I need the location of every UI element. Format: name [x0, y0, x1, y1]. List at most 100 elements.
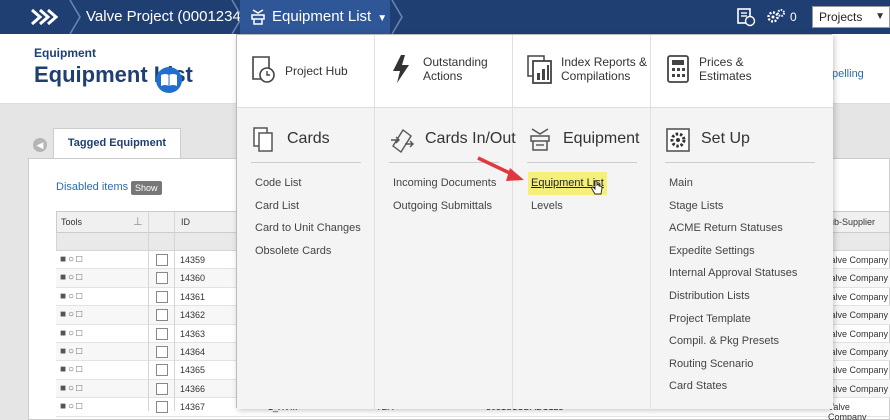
project-hub-icon: [252, 56, 275, 83]
menu-item-card-to-unit-changes[interactable]: Card to Unit Changes: [255, 217, 361, 240]
row-id: 14365: [180, 365, 206, 376]
lightning-icon: [393, 55, 409, 83]
hand-cursor-icon: [591, 180, 603, 195]
menu-item-distribution-lists[interactable]: Distribution Lists: [669, 285, 797, 308]
column-header-tools[interactable]: Tools: [61, 217, 82, 227]
tile-outstanding-actions[interactable]: Outstanding Actions: [375, 35, 513, 107]
home-chevrons-icon[interactable]: [28, 8, 58, 26]
menu-column-title: Cards: [287, 130, 330, 147]
row-checkbox[interactable]: [156, 345, 168, 358]
row-tools-icons[interactable]: ■○□: [60, 383, 84, 394]
breadcrumb-active-page[interactable]: Equipment List ▼: [240, 0, 390, 34]
row-sub-supplier: /alve Company: [828, 255, 889, 265]
tile-label: Compilations: [561, 69, 631, 83]
row-sub-supplier: /alve Company: [828, 328, 889, 339]
menu-items: Main Stage Lists ACME Return Statuses Exped…: [669, 172, 797, 398]
page-section: Equipment: [34, 46, 96, 60]
row-sub-supplier: /alve Company: [828, 346, 889, 357]
cards-icon: [253, 127, 273, 152]
row-id: 14360: [180, 273, 206, 284]
help-book-icon[interactable]: [155, 66, 183, 94]
menu-column-cards: Cards Code List Card List Card to Unit Cha…: [237, 108, 375, 410]
menu-item-outgoing-submittals[interactable]: Outgoing Submittals: [393, 195, 496, 218]
show-disabled-button[interactable]: Show: [131, 181, 162, 195]
row-tools-icons[interactable]: ■○□: [60, 254, 84, 265]
tile-project-hub[interactable]: Project Hub: [237, 35, 375, 107]
tile-label: Outstanding: [423, 55, 488, 69]
column-header-id[interactable]: ID: [181, 217, 190, 227]
index-reports-icon: [527, 55, 552, 84]
row-sub-supplier: Valve Company: [828, 402, 867, 420]
menu-item-main[interactable]: Main: [669, 172, 797, 195]
row-checkbox[interactable]: [156, 327, 168, 340]
breadcrumb-separator-icon: [69, 0, 81, 34]
equipment-icon: [530, 128, 550, 151]
menu-column-title: Equipment: [563, 130, 640, 147]
menu-item-code-list[interactable]: Code List: [255, 172, 361, 195]
row-tools-icons[interactable]: ■○□: [60, 272, 84, 283]
row-checkbox[interactable]: [156, 254, 168, 266]
row-checkbox[interactable]: [156, 364, 168, 377]
menu-item-routing-scenario[interactable]: Routing Scenario: [669, 353, 797, 376]
row-tools-icons[interactable]: ■○□: [60, 401, 84, 412]
row-checkbox[interactable]: [156, 309, 168, 322]
menu-item-compil-pkg-presets[interactable]: Compil. & Pkg Presets: [669, 330, 797, 353]
row-checkbox[interactable]: [156, 290, 168, 303]
tile-label: Prices &: [699, 55, 744, 69]
row-checkbox[interactable]: [156, 401, 168, 414]
divider: [665, 162, 815, 163]
row-id: 14363: [180, 328, 206, 339]
equipment-mega-menu: Project Hub Outstanding Actions Index Re…: [236, 34, 833, 410]
row-tools-icons[interactable]: ■○□: [60, 346, 84, 357]
menu-column-equipment: Equipment Equipment List Levels: [513, 108, 651, 410]
tile-index-reports[interactable]: Index Reports & Compilations: [513, 35, 651, 107]
tile-prices-estimates[interactable]: Prices & Estimates: [651, 35, 833, 107]
row-id: 14361: [180, 291, 206, 302]
row-tools-icons[interactable]: ■○□: [60, 309, 84, 320]
pin-icon[interactable]: ⊥: [133, 215, 143, 228]
column-divider: [148, 211, 149, 411]
row-checkbox[interactable]: [156, 272, 168, 285]
menu-items: Code List Card List Card to Unit Changes Ob…: [255, 172, 361, 262]
row-tools-icons[interactable]: ■○□: [60, 364, 84, 375]
tab-tagged-equipment-units[interactable]: Tagged Equipment Units: [53, 128, 181, 177]
row-tools-icons[interactable]: ■○□: [60, 328, 84, 339]
menu-item-card-list[interactable]: Card List: [255, 195, 361, 218]
column-header-sub-supplier[interactable]: ub-Supplier: [829, 217, 875, 227]
calculator-icon: [667, 55, 689, 83]
projects-select[interactable]: Projects ▼: [812, 6, 890, 28]
menu-column-title: Cards In/Out: [425, 130, 516, 147]
chevron-down-icon: ▼: [377, 13, 388, 24]
row-sub-supplier: /alve Company: [828, 291, 889, 302]
row-tools-icons[interactable]: ■○□: [60, 291, 84, 302]
back-arrow-icon[interactable]: ◀: [33, 138, 47, 152]
menu-item-obsolete-cards[interactable]: Obsolete Cards: [255, 240, 361, 263]
projects-select-value: Projects: [819, 10, 863, 24]
tile-label: Estimates: [699, 69, 752, 83]
menu-item-project-template[interactable]: Project Template: [669, 308, 797, 331]
divider: [527, 162, 637, 163]
menu-item-acme-return-statuses[interactable]: ACME Return Statuses: [669, 217, 797, 240]
column-divider: [174, 211, 175, 411]
menu-item-card-states[interactable]: Card States: [669, 375, 797, 398]
gears-count: 0: [790, 10, 797, 24]
menu-item-expedite-settings[interactable]: Expedite Settings: [669, 240, 797, 263]
disabled-items-label: Disabled items: [56, 181, 129, 193]
row-id: 14364: [180, 346, 206, 357]
row-id: 14367: [180, 402, 206, 413]
report-clock-icon[interactable]: [736, 7, 756, 27]
active-page-label: Equipment List: [272, 8, 372, 25]
menu-columns: Cards Code List Card List Card to Unit Cha…: [237, 107, 833, 410]
breadcrumb-project[interactable]: Valve Project (0001234): [86, 0, 246, 34]
tile-label: Actions: [423, 69, 463, 83]
row-sub-supplier: /alve Company: [828, 383, 889, 394]
row-sub-supplier: /alve Company: [828, 365, 889, 376]
row-id: 14366: [180, 383, 206, 394]
menu-item-stage-lists[interactable]: Stage Lists: [669, 195, 797, 218]
menu-item-internal-approval-statuses[interactable]: Internal Approval Statuses: [669, 262, 797, 285]
top-bar: Valve Project (0001234) Equipment List ▼ …: [0, 0, 890, 34]
row-checkbox[interactable]: [156, 382, 168, 395]
spelling-link[interactable]: pelling: [832, 68, 864, 80]
menu-item-levels[interactable]: Levels: [531, 195, 607, 218]
gears-icon[interactable]: [766, 7, 786, 27]
